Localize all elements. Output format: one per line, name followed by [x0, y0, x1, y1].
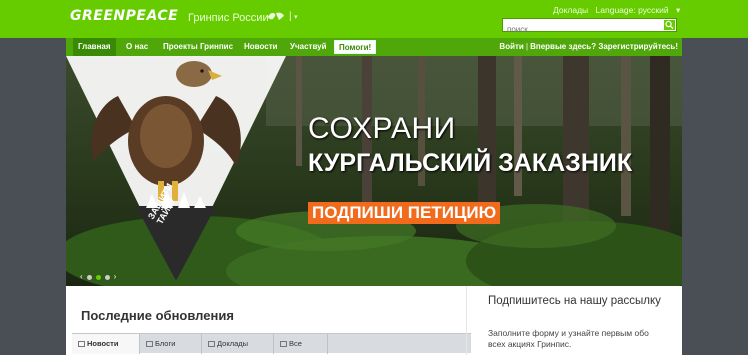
folder-icon [280, 341, 287, 347]
slider-dot-active[interactable] [95, 274, 101, 280]
subscribe-text: Заполните форму и узнайте первым обо все… [488, 328, 649, 349]
help-button[interactable]: Помоги! [334, 40, 377, 54]
main-content: Последние обновления Новости Блоги Докла… [66, 286, 682, 355]
slider-next-icon[interactable]: › [114, 272, 117, 282]
slider-dot[interactable] [104, 274, 110, 280]
search-icon [665, 20, 674, 30]
folder-icon [208, 341, 215, 347]
nav-auth: Войти | Впервые здесь? Зарегистрируйтесь! [499, 38, 678, 56]
tab-label: Новости [87, 339, 119, 348]
nav-participate[interactable]: Участвуй [290, 38, 327, 56]
sign-petition-button[interactable]: ПОДПИШИ ПЕТИЦИЮ [308, 202, 501, 224]
greenpeace-logo[interactable]: GREENPEACE [70, 8, 178, 24]
tab-label: Блоги [155, 339, 176, 348]
nav-projects[interactable]: Проекты Гринпис [163, 38, 233, 56]
search-button[interactable] [664, 20, 675, 30]
tab-reports[interactable]: Доклады [202, 334, 274, 354]
nav-about[interactable]: О нас [126, 38, 148, 56]
tab-all[interactable]: Все [274, 334, 328, 354]
tab-blogs[interactable]: Блоги [140, 334, 202, 354]
folder-icon [146, 341, 153, 347]
tab-label: Все [289, 339, 302, 348]
register-link[interactable]: Впервые здесь? Зарегистрируйтесь! [530, 42, 678, 51]
search-box [502, 18, 677, 36]
slider-dot[interactable] [86, 274, 92, 280]
auth-separator: | [525, 42, 529, 51]
nav-home[interactable]: Главная [73, 38, 116, 56]
nav-news[interactable]: Новости [244, 38, 278, 56]
lang-separator: | [289, 11, 292, 22]
hero-banner[interactable]: СОХРАНИ КУРГАЛЬСКИЙ ЗАКАЗНИК ПОДПИШИ ПЕТ… [66, 56, 682, 286]
slider-prev-icon[interactable]: ‹ [80, 272, 83, 282]
updates-tabs: Новости Блоги Доклады Все [72, 333, 471, 354]
tab-news[interactable]: Новости [72, 334, 140, 354]
top-links: Доклады Language: русский ▾ [553, 5, 685, 16]
reports-link[interactable]: Доклады [553, 5, 588, 15]
login-link[interactable]: Войти [499, 42, 523, 51]
folder-icon [78, 341, 85, 347]
language-dropdown-icon[interactable]: ▾ [294, 13, 298, 21]
chevron-down-icon[interactable]: ▾ [676, 5, 680, 15]
subscribe-title: Подпишитесь на нашу рассылку [488, 295, 661, 307]
sidebar-divider [466, 286, 467, 355]
headline-save: СОХРАНИ [308, 112, 456, 145]
main-nav: Главная О нас Проекты Гринпис Новости Уч… [66, 38, 682, 56]
globe-icon[interactable] [267, 11, 285, 23]
top-header: GREENPEACE Гринпис России | ▾ Доклады La… [0, 0, 748, 38]
headline-reserve: КУРГАЛЬСКИЙ ЗАКАЗНИК [308, 149, 633, 177]
latest-updates-title: Последние обновления [81, 308, 234, 323]
tab-label: Доклады [217, 339, 249, 348]
language-select[interactable]: Language: русский [596, 5, 669, 15]
slider-controls: ‹ › [80, 271, 116, 283]
site-name[interactable]: Гринпис России [188, 12, 269, 24]
search-input[interactable] [503, 23, 663, 36]
